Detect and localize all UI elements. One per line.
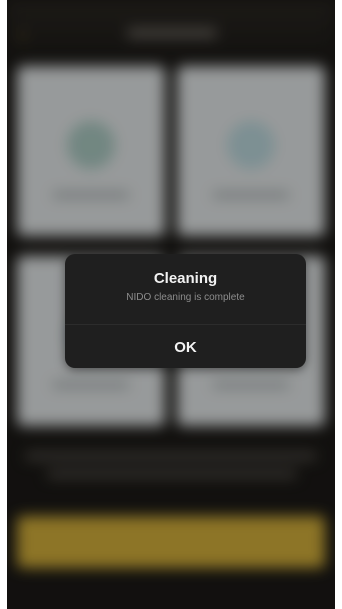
dialog-message: NIDO cleaning is complete [126, 292, 245, 303]
ok-button[interactable]: OK [65, 330, 306, 366]
app-screen: ‹ Cleaning NIDO cleaning is complete OK [7, 0, 335, 609]
dialog-divider [65, 324, 306, 325]
dialog-title: Cleaning [153, 270, 218, 287]
cleaning-complete-dialog: Cleaning NIDO cleaning is complete OK [65, 254, 306, 368]
